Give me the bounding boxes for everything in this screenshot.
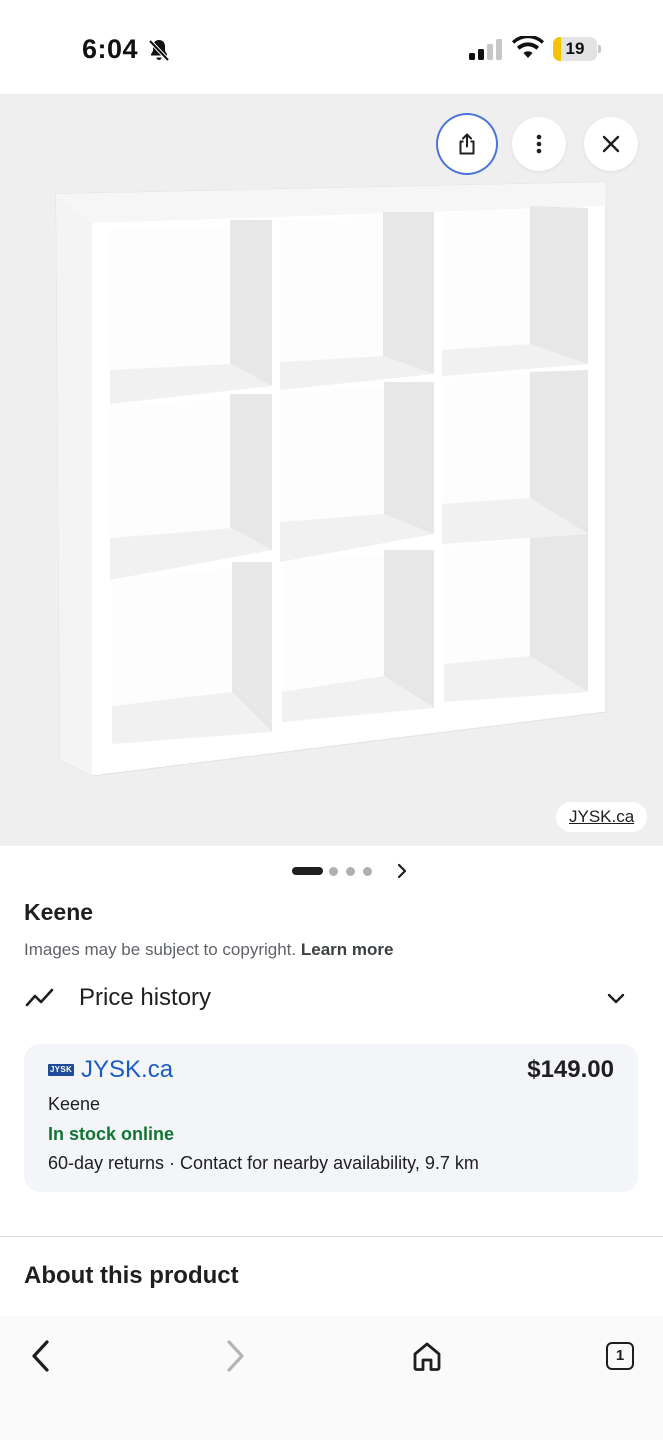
browser-toolbar: 1 xyxy=(0,1316,663,1440)
copyright-text: Images may be subject to copyright. xyxy=(24,940,301,959)
battery-icon: 19 xyxy=(553,37,601,61)
wifi-icon xyxy=(512,36,544,58)
more-vertical-icon xyxy=(536,134,542,154)
carousel-dot[interactable] xyxy=(329,867,338,876)
close-button[interactable] xyxy=(584,117,638,171)
copyright-notice: Images may be subject to copyright. Lear… xyxy=(24,940,393,960)
offer-price: $149.00 xyxy=(527,1056,614,1083)
forward-icon xyxy=(227,1340,244,1372)
chevron-right-icon[interactable] xyxy=(393,862,411,880)
share-icon xyxy=(459,133,475,155)
chevron-down-icon[interactable] xyxy=(605,988,627,1010)
learn-more-link[interactable]: Learn more xyxy=(301,940,394,959)
bell-slash-icon xyxy=(148,39,170,62)
carousel-dot[interactable] xyxy=(363,867,372,876)
back-icon xyxy=(32,1340,49,1372)
share-button[interactable] xyxy=(440,117,494,171)
status-bar: 6:04 19 xyxy=(0,0,663,94)
cellular-signal-icon xyxy=(469,39,502,60)
tabs-icon: 1 xyxy=(606,1342,634,1370)
forward-button[interactable] xyxy=(212,1334,256,1378)
trend-line-icon xyxy=(25,988,54,1007)
about-product-heading: About this product xyxy=(24,1262,239,1289)
close-icon xyxy=(602,135,620,153)
merchant-name-link[interactable]: JYSK.ca xyxy=(81,1056,173,1084)
merchant-logo: JYSK xyxy=(48,1064,74,1076)
battery-level: 19 xyxy=(565,39,585,58)
carousel-dot-active[interactable] xyxy=(292,867,323,875)
section-divider xyxy=(0,1236,663,1237)
image-source-link[interactable]: JYSK.ca xyxy=(556,802,648,832)
bookshelf-product-image xyxy=(55,181,607,777)
price-history-row[interactable]: Price history xyxy=(0,972,663,1024)
product-image-viewer[interactable]: JYSK.ca xyxy=(0,94,663,846)
price-history-label: Price history xyxy=(79,984,212,1011)
tabs-button[interactable]: 1 xyxy=(598,1334,642,1378)
home-icon xyxy=(413,1342,441,1371)
offer-product-name: Keene xyxy=(48,1094,101,1114)
home-button[interactable] xyxy=(405,1334,449,1378)
stock-status: In stock online xyxy=(48,1124,175,1144)
back-button[interactable] xyxy=(20,1334,64,1378)
more-options-button[interactable] xyxy=(512,117,566,171)
image-carousel-indicator xyxy=(0,862,663,880)
offer-details: 60-day returns · Contact for nearby avai… xyxy=(48,1153,479,1173)
carousel-dot[interactable] xyxy=(346,867,355,876)
status-time: 6:04 xyxy=(82,34,139,64)
merchant-offer-card[interactable]: JYSK JYSK.ca $149.00 Keene In stock onli… xyxy=(24,1044,638,1192)
product-title: Keene xyxy=(24,899,94,925)
